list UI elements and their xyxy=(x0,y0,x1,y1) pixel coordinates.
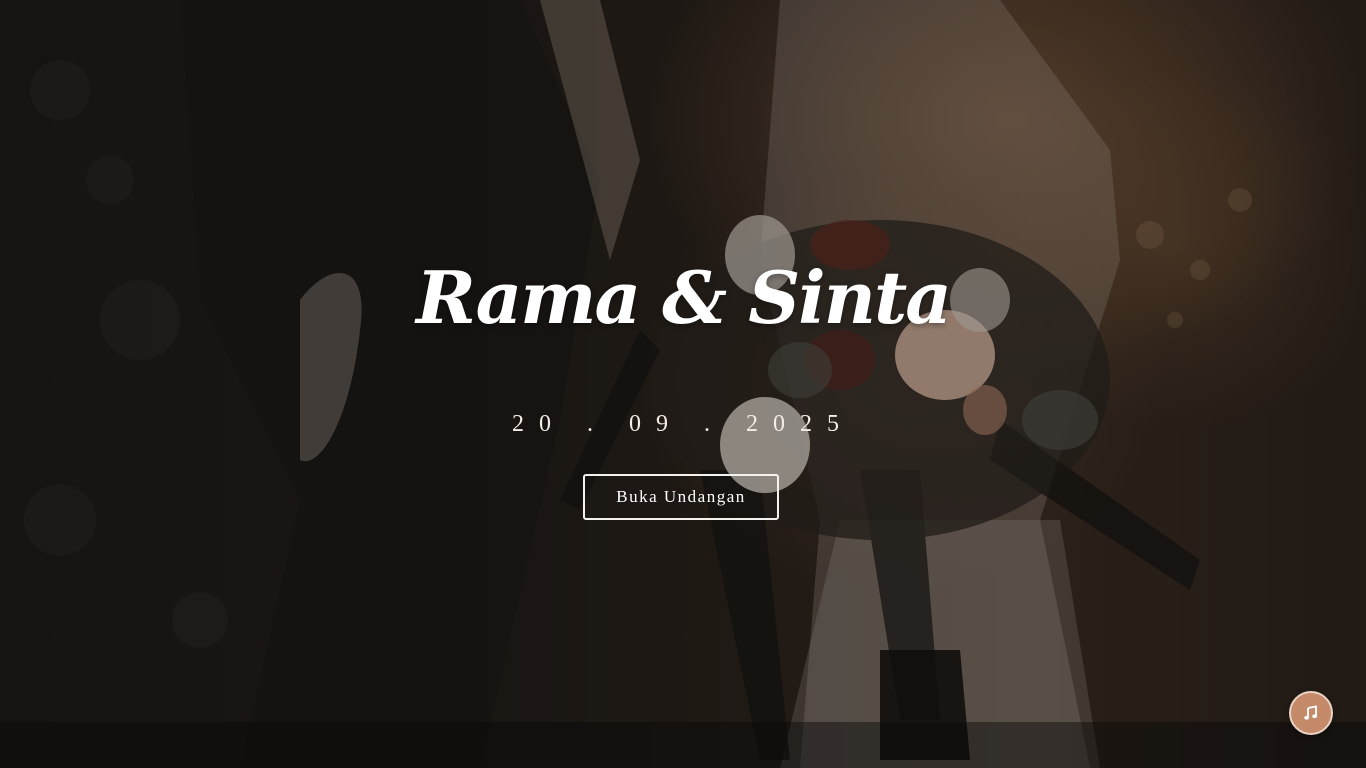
hero-content: Rama & Sinta 20 . 09 . 2025 Buka Undanga… xyxy=(0,0,1366,768)
music-toggle-button[interactable] xyxy=(1289,691,1333,735)
couple-name-title: Rama & Sinta xyxy=(416,255,952,340)
open-invitation-button[interactable]: Buka Undangan xyxy=(583,474,779,520)
hero-section: Rama & Sinta 20 . 09 . 2025 Buka Undanga… xyxy=(0,0,1366,768)
wedding-date: 20 . 09 . 2025 xyxy=(512,411,854,437)
music-note-icon xyxy=(1304,705,1317,720)
